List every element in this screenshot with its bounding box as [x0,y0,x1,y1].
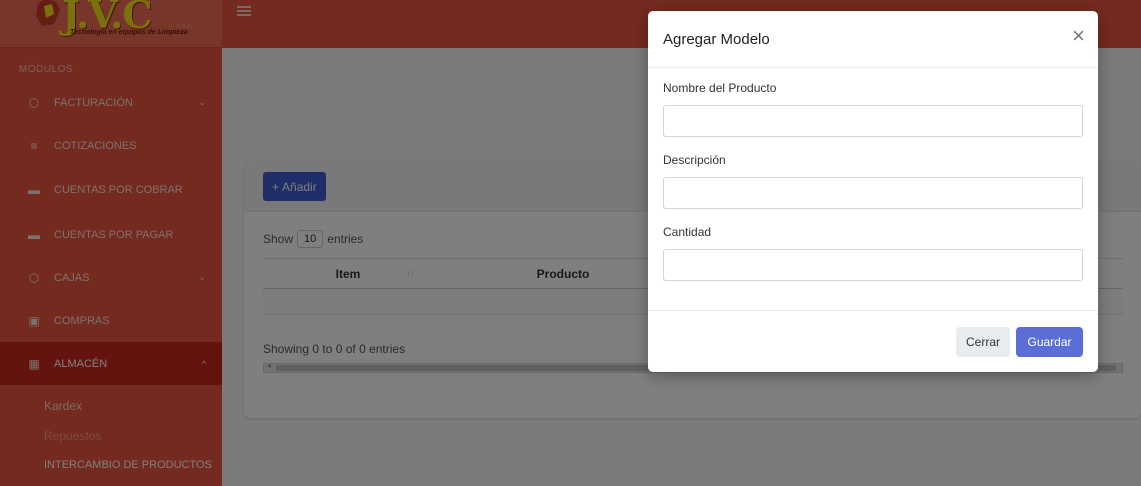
product-name-label: Nombre del Producto [663,81,777,95]
modal-footer: Cerrar Guardar [648,310,1098,372]
product-name-field[interactable] [663,105,1083,137]
modal-header: Agregar Modelo × [648,11,1098,68]
modal-title: Agregar Modelo [663,31,770,48]
description-field[interactable] [663,177,1083,209]
description-label: Descripción [663,153,726,167]
cancel-button[interactable]: Cerrar [956,327,1010,357]
quantity-label: Cantidad [663,225,712,239]
add-model-modal: Agregar Modelo × Nombre del Producto Des… [648,11,1098,372]
save-button[interactable]: Guardar [1016,327,1083,357]
quantity-field[interactable] [663,249,1083,281]
close-icon[interactable]: × [1072,25,1085,47]
